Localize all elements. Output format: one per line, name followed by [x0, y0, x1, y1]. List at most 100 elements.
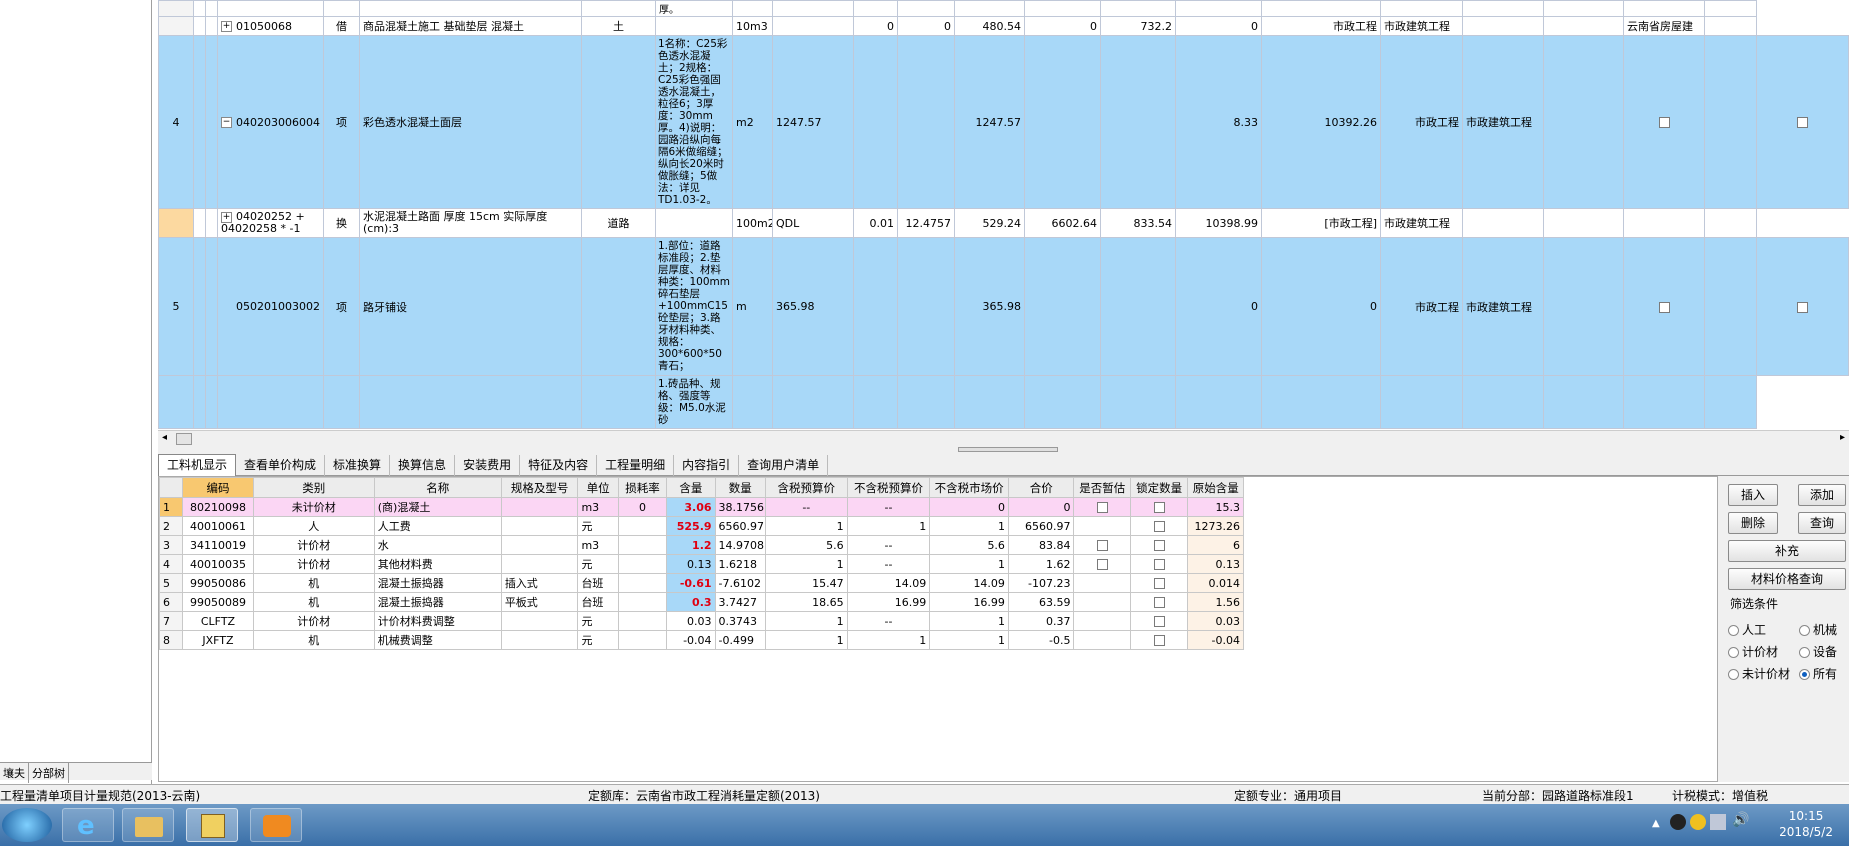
cell-code[interactable]: 99050086 — [182, 573, 254, 593]
table-row[interactable]: 4 −040203006004 项 彩色透水混凝土面层 1名称：C25彩色透水混… — [158, 35, 1849, 209]
cell-notax-budget[interactable]: -- — [846, 497, 931, 517]
cell-notax-market[interactable]: 16.99 — [929, 592, 1009, 612]
col-header-qty[interactable]: 数量 — [714, 477, 766, 498]
start-button-icon[interactable] — [2, 808, 52, 842]
cell-qty[interactable]: 0.3743 — [714, 611, 766, 631]
cell-loss[interactable] — [617, 516, 668, 536]
table-row[interactable]: 1.砖品种、规格、强度等级：M5.0水泥砂 — [158, 375, 1849, 429]
query-button[interactable]: 查询 — [1798, 512, 1846, 534]
cell-original[interactable]: 0.03 — [1187, 611, 1244, 631]
cell-estimate[interactable] — [1073, 592, 1131, 612]
expand-icon[interactable]: + — [221, 21, 232, 32]
cell-name[interactable]: 其他材料费 — [373, 554, 502, 574]
cell-lock[interactable] — [1129, 554, 1189, 574]
filter-machine-radio[interactable]: 机械 — [1799, 621, 1837, 638]
cell-code[interactable]: JXFTZ — [182, 630, 254, 650]
table-row[interactable]: 2 40010061 人人工费元 525.9 6560.97 1 1 1 6560.97 1273… — [158, 516, 1244, 536]
cell-category[interactable]: 未计价材 — [252, 497, 375, 517]
estimate-checkbox[interactable] — [1096, 502, 1108, 513]
cell-lock[interactable] — [1129, 592, 1189, 612]
cell-unit[interactable]: 元 — [577, 554, 619, 574]
cell-content[interactable]: 1.2 — [666, 535, 716, 555]
cell-original[interactable]: 0.13 — [1187, 554, 1244, 574]
filter-unpriced-material-radio[interactable]: 未计价材 — [1728, 665, 1790, 682]
cell-category[interactable]: 机 — [252, 592, 375, 612]
cell-spec[interactable] — [500, 630, 579, 650]
cell-category[interactable]: 计价材 — [252, 554, 375, 574]
table-row[interactable]: 4 40010035 计价材 其他材料费元 0.13 1.6218 1 -- 1 1.62 0.13 — [158, 554, 1244, 574]
cell-category[interactable]: 人 — [252, 516, 375, 536]
col-header-estimate[interactable]: 是否暂估 — [1073, 477, 1131, 498]
row-number[interactable]: 2 — [158, 516, 184, 536]
cell-category[interactable]: 机 — [252, 573, 375, 593]
left-tree-panel[interactable] — [0, 0, 152, 790]
cell-category[interactable]: 计价材 — [252, 535, 375, 555]
col-header-spec[interactable]: 规格及型号 — [500, 477, 579, 498]
col-header-unit[interactable]: 单位 — [577, 477, 619, 498]
cell-original[interactable]: 1.56 — [1187, 592, 1244, 612]
cell-unit[interactable]: 元 — [577, 630, 619, 650]
cell-notax-market[interactable]: 5.6 — [929, 535, 1009, 555]
col-header-category[interactable]: 类别 — [252, 477, 375, 498]
cell-notax-market[interactable]: 0 — [929, 497, 1009, 517]
left-tab-0[interactable]: 壤夫 — [0, 763, 29, 783]
table-row[interactable]: +01050068 借 商品混凝土施工 基础垫层 混凝土 土 10m3 0 0 … — [158, 16, 1849, 36]
col-header-original[interactable]: 原始含量 — [1187, 477, 1244, 498]
cell-qty[interactable]: 14.9708 — [714, 535, 766, 555]
scroll-right-icon[interactable]: ▸ — [1840, 432, 1845, 443]
table-row[interactable]: 7 CLFTZ 计价材 计价材料费调整元 0.03 0.3743 1 -- 1 0.37 0.03 — [158, 611, 1244, 631]
cell-original[interactable]: 6 — [1187, 535, 1244, 555]
internet-explorer-icon[interactable]: e — [62, 808, 114, 842]
cell-estimate[interactable] — [1073, 497, 1131, 517]
cell-unit[interactable]: 元 — [577, 611, 619, 631]
add-button[interactable]: 添加 — [1798, 484, 1846, 506]
cell-estimate[interactable] — [1073, 573, 1131, 593]
table-row[interactable]: 6 99050089 机混凝土振捣器 平板式 台班 0.3 3.7427 18.65 16.99… — [158, 592, 1244, 612]
cell-tax-budget[interactable]: 18.65 — [764, 592, 848, 612]
qq-tray-icon[interactable] — [1670, 814, 1686, 830]
cell-code[interactable]: 99050089 — [182, 592, 254, 612]
cell-lock[interactable] — [1129, 611, 1189, 631]
cell-loss[interactable] — [617, 573, 668, 593]
cell-content[interactable]: 0.03 — [666, 611, 716, 631]
cell-content[interactable]: 3.06 — [666, 497, 716, 517]
cell-unit[interactable]: 台班 — [577, 592, 619, 612]
table-row[interactable]: 5 050201003002 项 路牙铺设 1.部位：道路标准段；2.垫层厚度、… — [158, 237, 1849, 376]
cell-notax-market[interactable]: 1 — [929, 630, 1009, 650]
cell-unit[interactable]: 元 — [577, 516, 619, 536]
cell-name[interactable]: 混凝土振捣器 — [373, 573, 502, 593]
cell-loss[interactable] — [617, 630, 668, 650]
tab-install-fees[interactable]: 安装费用 — [455, 455, 521, 477]
pane-divider[interactable] — [158, 446, 1849, 454]
cell-loss[interactable] — [617, 611, 668, 631]
col-header-notax-market[interactable]: 不含税市场价 — [929, 477, 1009, 498]
cell-spec[interactable]: 插入式 — [500, 573, 579, 593]
cell-qty[interactable]: -0.499 — [714, 630, 766, 650]
cell-lock[interactable] — [1129, 497, 1189, 517]
tab-conversion-info[interactable]: 换算信息 — [390, 455, 456, 477]
row-number[interactable]: 7 — [158, 611, 184, 631]
network-tray-icon[interactable] — [1710, 814, 1726, 830]
lock-checkbox[interactable] — [1153, 540, 1165, 551]
lock-checkbox[interactable] — [1153, 578, 1165, 589]
notepad-app-icon[interactable] — [186, 808, 238, 842]
cell-tax-budget[interactable]: 1 — [764, 554, 848, 574]
supplement-button[interactable]: 补充 — [1728, 540, 1846, 562]
horizontal-scrollbar[interactable]: ◂ ▸ — [158, 430, 1849, 446]
tab-labor-material-machine[interactable]: 工料机显示 — [158, 454, 237, 476]
tab-standard-conversion[interactable]: 标准换算 — [325, 455, 391, 477]
cell-notax-market[interactable]: 1 — [929, 611, 1009, 631]
cell-spec[interactable] — [500, 554, 579, 574]
cell-qty[interactable]: 38.1756 — [714, 497, 766, 517]
cell-content[interactable]: 525.9 — [666, 516, 716, 536]
table-row[interactable]: +04020252 + 04020258 * -1 换 水泥混凝土路面 厚度 1… — [158, 208, 1849, 238]
file-explorer-icon[interactable] — [122, 808, 174, 842]
cell-name[interactable]: 机械费调整 — [373, 630, 502, 650]
lock-checkbox[interactable] — [1153, 635, 1165, 646]
cell-name[interactable]: 人工费 — [373, 516, 502, 536]
cell-tax-budget[interactable]: 1 — [764, 630, 848, 650]
cell-notax-budget[interactable]: -- — [846, 554, 931, 574]
briefcase-app-icon[interactable] — [250, 808, 302, 842]
cell-notax-market[interactable]: 1 — [929, 554, 1009, 574]
table-row[interactable]: 5 99050086 机混凝土振捣器 插入式 台班 -0.61 -7.6102 15.47 14… — [158, 573, 1244, 593]
